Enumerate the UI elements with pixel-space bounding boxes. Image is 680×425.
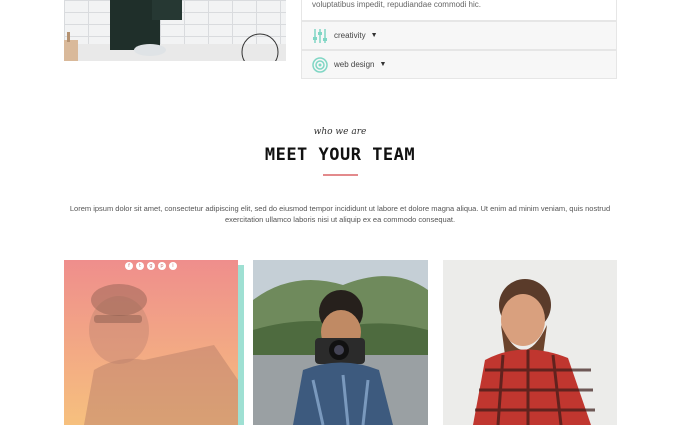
pinterest-icon[interactable]: p bbox=[158, 262, 166, 270]
team-member-card[interactable] bbox=[443, 260, 617, 425]
instagram-icon[interactable]: i bbox=[169, 262, 177, 270]
caret-down-icon: ▼ bbox=[370, 32, 378, 39]
caret-down-icon: ▼ bbox=[379, 61, 387, 68]
accordion-label: creativity bbox=[334, 31, 366, 40]
accordion-label: web design bbox=[334, 60, 375, 69]
accordion-item-creativity[interactable]: creativity ▼ bbox=[301, 21, 617, 50]
accordion-item-web-design[interactable]: web design ▼ bbox=[301, 50, 617, 79]
member-photo-1 bbox=[64, 260, 238, 425]
section-description: Lorem ipsum dolor sit amet, consectetur … bbox=[69, 204, 611, 224]
sliders-icon bbox=[312, 28, 328, 44]
google-plus-icon[interactable]: g bbox=[147, 262, 155, 270]
member-photo-3 bbox=[443, 260, 617, 425]
title-underline bbox=[323, 174, 358, 176]
section-eyebrow: who we are bbox=[313, 127, 367, 137]
social-links: f t g p i bbox=[64, 262, 238, 270]
twitter-icon[interactable]: t bbox=[136, 262, 144, 270]
facebook-icon[interactable]: f bbox=[125, 262, 133, 270]
section-title: MEET YOUR TEAM bbox=[264, 145, 416, 165]
accordion-text: voluptatibus impedit, repudiandae commod… bbox=[312, 0, 481, 9]
card-accent-bar bbox=[238, 265, 244, 425]
accordion-panel: voluptatibus impedit, repudiandae commod… bbox=[301, 0, 617, 21]
about-photo bbox=[64, 0, 286, 61]
target-icon bbox=[312, 56, 328, 73]
team-member-card[interactable] bbox=[253, 260, 428, 425]
team-member-card[interactable]: f t g p i bbox=[64, 260, 238, 425]
member-photo-2 bbox=[253, 260, 428, 425]
